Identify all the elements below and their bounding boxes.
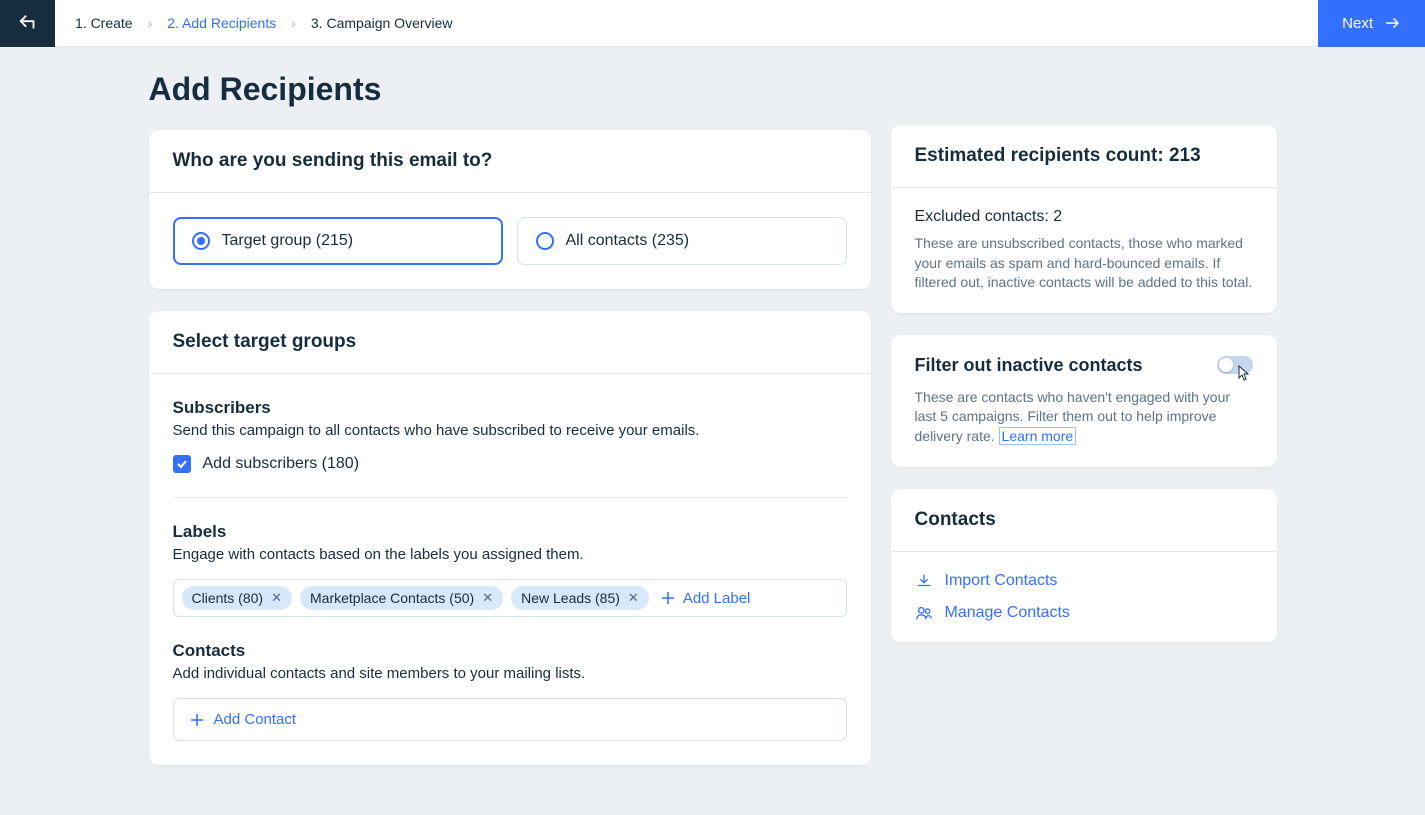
excluded-contacts-title: Excluded contacts: 2 [915, 208, 1253, 226]
who-card: Who are you sending this email to? Targe… [149, 130, 871, 289]
checkbox-checked-icon [173, 455, 191, 473]
chip-remove-icon[interactable]: ✕ [628, 590, 639, 606]
target-groups-card: Select target groups Subscribers Send th… [149, 311, 871, 765]
radio-all-contacts-label: All contacts (235) [566, 232, 690, 250]
filter-title: Filter out inactive contacts [915, 355, 1143, 376]
back-arrow-icon [17, 12, 39, 34]
radio-unselected-icon [536, 232, 554, 250]
label-chip: Clients (80) ✕ [182, 586, 293, 610]
estimated-card: Estimated recipients count: 213 Excluded… [891, 125, 1277, 313]
cursor-pointer-icon [1235, 364, 1251, 382]
chip-text: New Leads (85) [521, 590, 620, 606]
label-chip: Marketplace Contacts (50) ✕ [300, 586, 503, 610]
labels-title: Labels [173, 522, 847, 542]
labels-section: Labels Engage with contacts based on the… [149, 522, 871, 641]
manage-contacts-label: Manage Contacts [945, 604, 1070, 622]
next-button-label: Next [1342, 15, 1373, 32]
target-groups-title: Select target groups [173, 331, 847, 353]
labels-input[interactable]: Clients (80) ✕ Marketplace Contacts (50)… [173, 579, 847, 617]
download-icon [915, 572, 933, 590]
next-button[interactable]: Next [1318, 0, 1425, 47]
subscribers-section: Subscribers Send this campaign to all co… [149, 374, 871, 522]
plus-icon [190, 713, 204, 727]
radio-all-contacts[interactable]: All contacts (235) [517, 217, 847, 265]
filter-toggle[interactable] [1217, 356, 1253, 374]
chevron-right-icon: › [148, 15, 153, 31]
chevron-right-icon: › [291, 15, 296, 31]
chip-text: Marketplace Contacts (50) [310, 590, 474, 606]
contacts-card: Contacts Import Contacts [891, 489, 1277, 642]
add-contact-button[interactable]: Add Contact [173, 698, 847, 741]
manage-contacts-link[interactable]: Manage Contacts [915, 604, 1253, 622]
filter-card: Filter out inactive contacts These are c… [891, 335, 1277, 467]
contacts-desc: Add individual contacts and site members… [173, 665, 847, 682]
breadcrumb-step-2[interactable]: 2. Add Recipients [167, 15, 276, 31]
chip-remove-icon[interactable]: ✕ [482, 590, 493, 606]
who-card-title: Who are you sending this email to? [173, 150, 847, 172]
contacts-section: Contacts Add individual contacts and sit… [149, 641, 871, 765]
chip-text: Clients (80) [192, 590, 264, 606]
import-contacts-label: Import Contacts [945, 572, 1058, 590]
estimated-title: Estimated recipients count: 213 [915, 145, 1253, 167]
radio-target-group-label: Target group (215) [222, 232, 354, 250]
import-contacts-link[interactable]: Import Contacts [915, 572, 1253, 590]
people-icon [915, 604, 933, 622]
subscribers-title: Subscribers [173, 398, 847, 418]
filter-desc: These are contacts who haven't engaged w… [915, 388, 1253, 447]
topbar: 1. Create › 2. Add Recipients › 3. Campa… [0, 0, 1425, 47]
toggle-knob-icon [1219, 358, 1233, 372]
learn-more-link[interactable]: Learn more [999, 427, 1077, 445]
breadcrumb: 1. Create › 2. Add Recipients › 3. Campa… [55, 15, 453, 31]
back-button[interactable] [0, 0, 55, 47]
breadcrumb-step-3[interactable]: 3. Campaign Overview [311, 15, 453, 31]
add-subscribers-label: Add subscribers (180) [203, 455, 360, 473]
excluded-contacts-desc: These are unsubscribed contacts, those w… [915, 234, 1253, 293]
subscribers-desc: Send this campaign to all contacts who h… [173, 422, 847, 439]
radio-selected-icon [192, 232, 210, 250]
plus-icon [661, 591, 675, 605]
add-contact-label: Add Contact [214, 711, 297, 728]
contacts-title: Contacts [173, 641, 847, 661]
radio-target-group[interactable]: Target group (215) [173, 217, 503, 265]
add-subscribers-checkbox-row[interactable]: Add subscribers (180) [173, 455, 847, 473]
add-label-button[interactable]: Add Label [657, 590, 751, 607]
contacts-card-title: Contacts [915, 509, 1253, 531]
breadcrumb-step-1[interactable]: 1. Create [75, 15, 133, 31]
add-label-text: Add Label [683, 590, 751, 607]
page-title: Add Recipients [149, 71, 871, 108]
labels-desc: Engage with contacts based on the labels… [173, 546, 847, 563]
label-chip: New Leads (85) ✕ [511, 586, 649, 610]
arrow-right-icon [1383, 14, 1401, 32]
chip-remove-icon[interactable]: ✕ [271, 590, 282, 606]
